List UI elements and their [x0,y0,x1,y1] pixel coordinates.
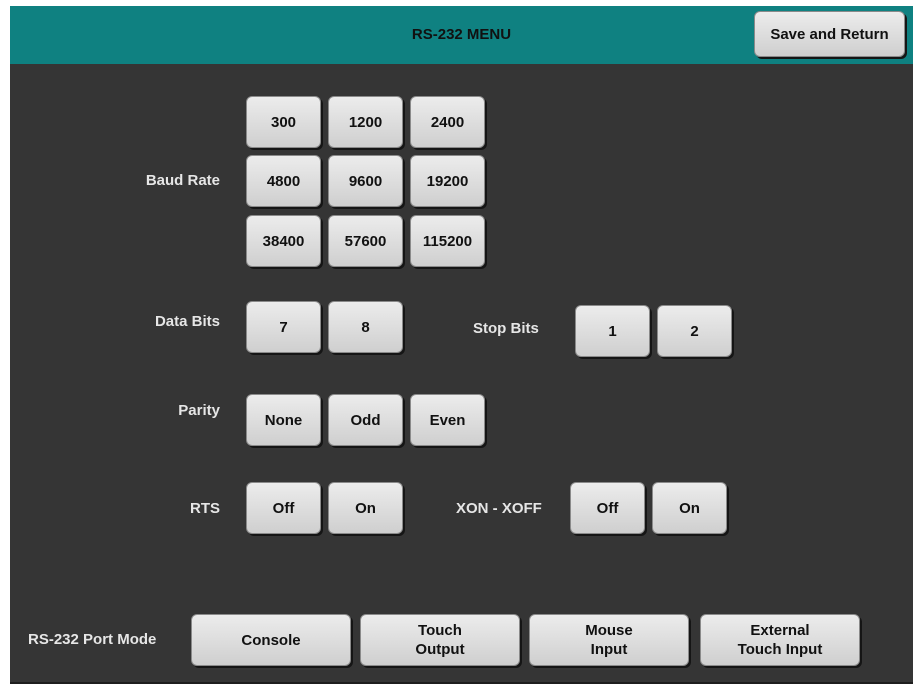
header-bar: RS-232 MENU Save and Return [10,6,913,64]
save-and-return-button[interactable]: Save and Return [754,11,905,57]
port-mode-console-button[interactable]: Console [191,614,351,666]
rts-on-button[interactable]: On [328,482,403,534]
port-mode-label: RS-232 Port Mode [28,631,157,648]
baud-57600-button[interactable]: 57600 [328,215,403,267]
xon-xoff-label: XON - XOFF [456,500,542,517]
stop-bits-1-button[interactable]: 1 [575,305,650,357]
port-mode-external-touch-input-line1: External [750,622,810,639]
parity-odd-button[interactable]: Odd [328,394,403,446]
rts-label: RTS [190,500,220,517]
baud-2400-button[interactable]: 2400 [410,96,485,148]
port-mode-external-touch-input-line2: Touch Input [737,641,823,658]
stop-bits-label: Stop Bits [473,320,539,337]
port-mode-external-touch-input-button[interactable]: External Touch Input [700,614,860,666]
port-mode-touch-output-line1: Touch [418,622,462,639]
port-mode-touch-output-line2: Output [415,641,465,658]
baud-38400-button[interactable]: 38400 [246,215,321,267]
port-mode-mouse-input-line2: Input [590,641,628,658]
parity-none-button[interactable]: None [246,394,321,446]
xon-xoff-off-button[interactable]: Off [570,482,645,534]
baud-19200-button[interactable]: 19200 [410,155,485,207]
port-mode-touch-output-button[interactable]: Touch Output [360,614,520,666]
baud-4800-button[interactable]: 4800 [246,155,321,207]
data-bits-7-button[interactable]: 7 [246,301,321,353]
data-bits-label: Data Bits [154,313,220,330]
port-mode-mouse-input-line1: Mouse [585,622,633,639]
parity-label: Parity [178,402,220,419]
port-mode-console-line1: Console [241,631,301,649]
baud-300-button[interactable]: 300 [246,96,321,148]
baud-115200-button[interactable]: 115200 [410,215,485,267]
data-bits-8-button[interactable]: 8 [328,301,403,353]
baud-rate-label: Baud Rate [145,172,220,189]
baud-9600-button[interactable]: 9600 [328,155,403,207]
rts-off-button[interactable]: Off [246,482,321,534]
xon-xoff-on-button[interactable]: On [652,482,727,534]
stop-bits-2-button[interactable]: 2 [657,305,732,357]
baud-1200-button[interactable]: 1200 [328,96,403,148]
rs232-menu-screen: RS-232 MENU Save and Return Baud Rate 30… [10,6,913,684]
parity-even-button[interactable]: Even [410,394,485,446]
port-mode-mouse-input-button[interactable]: Mouse Input [529,614,689,666]
